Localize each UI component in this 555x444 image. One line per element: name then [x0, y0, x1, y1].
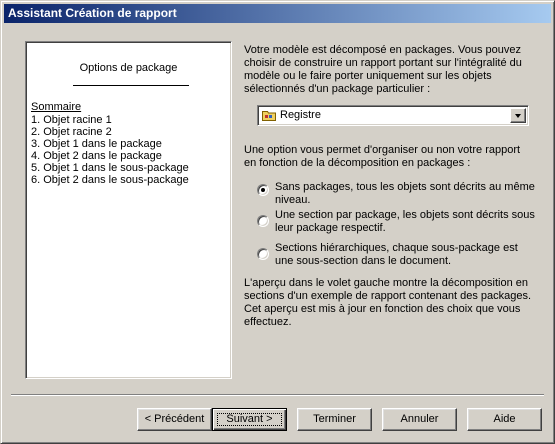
- radio-label[interactable]: Sans packages, tous les objets sont décr…: [275, 181, 535, 207]
- preview-item: 4. Objet 2 dans le package: [31, 150, 162, 162]
- finish-button-label: Terminer: [313, 413, 356, 425]
- help-button-label: Aide: [493, 413, 516, 425]
- folder-package-icon: [262, 111, 276, 121]
- finish-button[interactable]: Terminer: [297, 408, 372, 431]
- intro-text: Votre modèle est décomposé en packages. …: [244, 44, 522, 95]
- help-button[interactable]: Aide: [467, 408, 542, 431]
- preview-item: 1. Objet racine 1: [31, 114, 112, 126]
- radio-label[interactable]: Une section par package, les objets sont…: [275, 209, 535, 235]
- report-preview-pane: Options de package Sommaire 1. Objet rac…: [25, 41, 232, 379]
- package-select[interactable]: Registre: [257, 105, 529, 126]
- preview-note-text: L'aperçu dans le volet gauche montre la …: [244, 277, 532, 328]
- next-button-label: Suivant >: [226, 413, 273, 425]
- preview-item: 2. Objet racine 2: [31, 126, 112, 138]
- radio-button[interactable]: [257, 248, 269, 260]
- report-wizard-window: Assistant Création de rapport Options de…: [0, 0, 555, 444]
- package-select-value: Registre: [280, 109, 321, 121]
- cancel-button-label: Annuler: [400, 413, 439, 425]
- window-title: Assistant Création de rapport: [4, 4, 551, 23]
- radio-button[interactable]: [257, 184, 269, 196]
- option-text: Une option vous permet d'organiser ou no…: [244, 144, 521, 169]
- radio-button[interactable]: [257, 215, 269, 227]
- radio-label[interactable]: Sections hiérarchiques, chaque sous-pack…: [275, 242, 535, 268]
- preview-item: 3. Objet 1 dans le package: [31, 138, 162, 150]
- cancel-button[interactable]: Annuler: [382, 408, 457, 431]
- next-button[interactable]: Suivant >: [212, 408, 287, 431]
- preview-title: Options de package: [79, 62, 178, 74]
- preview-divider: [73, 85, 189, 86]
- previous-button-label: < Précédent: [144, 413, 205, 425]
- previous-button[interactable]: < Précédent: [137, 408, 212, 431]
- preview-item: 6. Objet 2 dans le sous-package: [31, 174, 189, 186]
- button-separator: [11, 394, 544, 396]
- preview-item: 5. Objet 1 dans le sous-package: [31, 162, 189, 174]
- preview-item-list: 1. Objet racine 1 2. Objet racine 2 3. O…: [31, 114, 189, 186]
- preview-summary-heading: Sommaire: [31, 101, 82, 113]
- dropdown-arrow-button[interactable]: [510, 108, 526, 123]
